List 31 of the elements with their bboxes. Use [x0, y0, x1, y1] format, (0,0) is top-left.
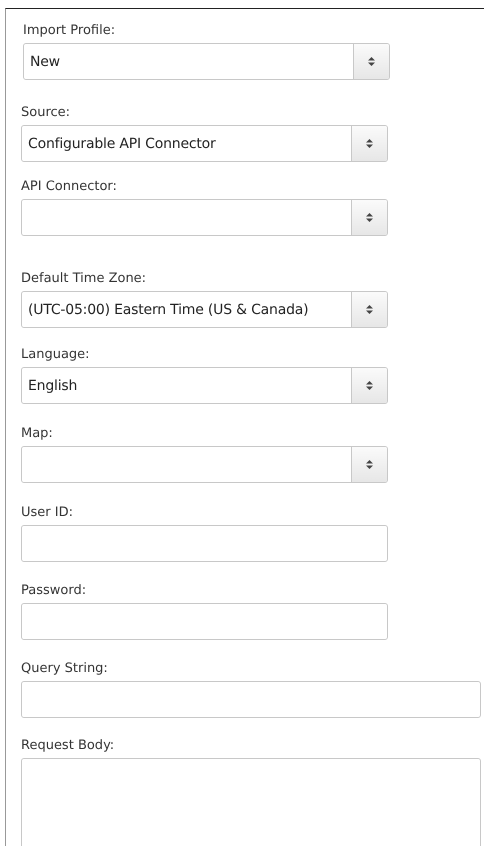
input-field[interactable] — [21, 681, 481, 718]
field-label: API Connector: — [21, 178, 117, 196]
dropdown[interactable]: English — [21, 367, 388, 404]
dropdown-button[interactable] — [351, 447, 387, 482]
dropdown[interactable]: Configurable API Connector — [21, 125, 388, 162]
field-label: Language: — [21, 346, 90, 364]
field-label: Import Profile: — [23, 22, 116, 40]
field-label: Request Body: — [21, 737, 114, 755]
dropdown[interactable] — [21, 199, 388, 236]
dropdown-button[interactable] — [353, 44, 389, 79]
field-label: Source: — [21, 104, 70, 122]
dropdown-button[interactable] — [351, 368, 387, 403]
field-label: Query String: — [21, 660, 108, 678]
input-field[interactable] — [21, 603, 388, 640]
dropdown[interactable] — [21, 446, 388, 483]
sort-arrows-icon — [366, 139, 373, 148]
input-field[interactable] — [21, 525, 388, 562]
field-label: Password: — [21, 582, 86, 600]
sort-arrows-icon — [366, 213, 373, 222]
field-label: User ID: — [21, 504, 73, 522]
dropdown-button[interactable] — [351, 126, 387, 161]
dropdown[interactable]: New — [23, 43, 390, 80]
sort-arrows-icon — [366, 460, 373, 469]
dropdown-button[interactable] — [351, 200, 387, 235]
field-label: Map: — [21, 425, 53, 443]
dropdown-button[interactable] — [351, 292, 387, 327]
field-label: Default Time Zone: — [21, 270, 146, 288]
dropdown[interactable]: (UTC-05:00) Eastern Time (US & Canada) — [21, 291, 388, 328]
sort-arrows-icon — [366, 381, 373, 390]
sort-arrows-icon — [366, 305, 373, 314]
sort-arrows-icon — [368, 57, 375, 66]
